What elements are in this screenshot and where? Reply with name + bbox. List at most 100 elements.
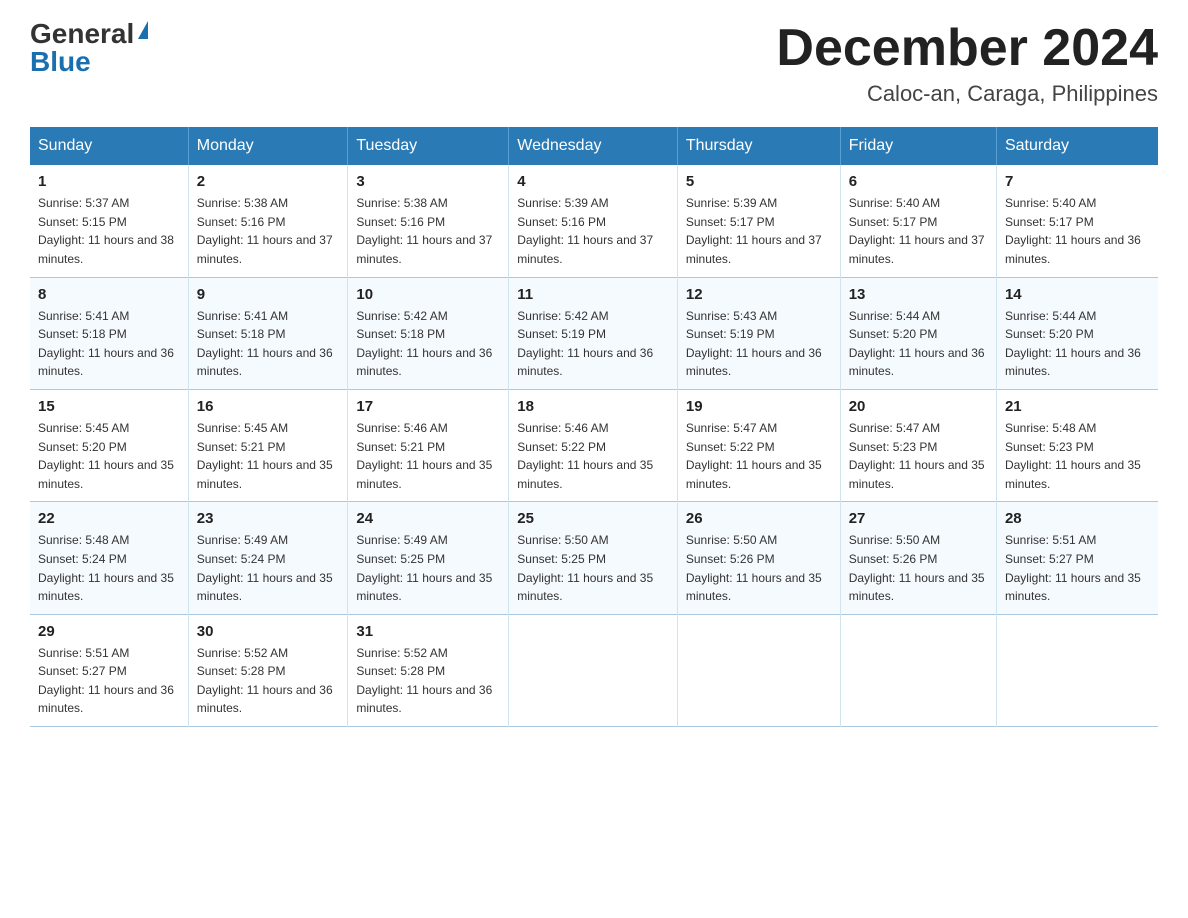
calendar-day-cell: 10 Sunrise: 5:42 AMSunset: 5:18 PMDaylig… xyxy=(348,277,509,389)
calendar-day-cell: 15 Sunrise: 5:45 AMSunset: 5:20 PMDaylig… xyxy=(30,389,188,501)
day-number: 14 xyxy=(1005,286,1150,303)
calendar-day-cell xyxy=(509,614,678,726)
calendar-day-cell: 12 Sunrise: 5:43 AMSunset: 5:19 PMDaylig… xyxy=(677,277,840,389)
day-number: 12 xyxy=(686,286,832,303)
calendar-day-cell: 30 Sunrise: 5:52 AMSunset: 5:28 PMDaylig… xyxy=(188,614,348,726)
day-number: 10 xyxy=(356,286,500,303)
day-number: 9 xyxy=(197,286,340,303)
day-info: Sunrise: 5:47 AMSunset: 5:22 PMDaylight:… xyxy=(686,421,822,491)
day-info: Sunrise: 5:48 AMSunset: 5:23 PMDaylight:… xyxy=(1005,421,1141,491)
logo-general: General xyxy=(30,20,134,48)
calendar-day-cell: 28 Sunrise: 5:51 AMSunset: 5:27 PMDaylig… xyxy=(996,502,1158,614)
calendar-day-cell: 19 Sunrise: 5:47 AMSunset: 5:22 PMDaylig… xyxy=(677,389,840,501)
calendar-day-cell: 6 Sunrise: 5:40 AMSunset: 5:17 PMDayligh… xyxy=(840,165,996,277)
calendar-day-header: Sunday xyxy=(30,127,188,165)
day-number: 22 xyxy=(38,510,180,527)
day-number: 28 xyxy=(1005,510,1150,527)
day-number: 5 xyxy=(686,173,832,190)
page-header: General Blue December 2024 Caloc-an, Car… xyxy=(30,20,1158,107)
calendar-day-cell: 16 Sunrise: 5:45 AMSunset: 5:21 PMDaylig… xyxy=(188,389,348,501)
calendar-week-row: 15 Sunrise: 5:45 AMSunset: 5:20 PMDaylig… xyxy=(30,389,1158,501)
day-number: 15 xyxy=(38,398,180,415)
day-info: Sunrise: 5:49 AMSunset: 5:25 PMDaylight:… xyxy=(356,533,492,603)
logo-blue: Blue xyxy=(30,48,91,76)
day-info: Sunrise: 5:50 AMSunset: 5:25 PMDaylight:… xyxy=(517,533,653,603)
calendar-day-cell: 26 Sunrise: 5:50 AMSunset: 5:26 PMDaylig… xyxy=(677,502,840,614)
calendar-header-row: SundayMondayTuesdayWednesdayThursdayFrid… xyxy=(30,127,1158,165)
calendar-day-cell: 7 Sunrise: 5:40 AMSunset: 5:17 PMDayligh… xyxy=(996,165,1158,277)
day-number: 6 xyxy=(849,173,988,190)
calendar-day-cell: 31 Sunrise: 5:52 AMSunset: 5:28 PMDaylig… xyxy=(348,614,509,726)
day-number: 21 xyxy=(1005,398,1150,415)
day-number: 11 xyxy=(517,286,669,303)
calendar-day-header: Tuesday xyxy=(348,127,509,165)
day-number: 20 xyxy=(849,398,988,415)
day-number: 7 xyxy=(1005,173,1150,190)
day-number: 2 xyxy=(197,173,340,190)
day-info: Sunrise: 5:42 AMSunset: 5:18 PMDaylight:… xyxy=(356,309,492,379)
day-number: 25 xyxy=(517,510,669,527)
day-info: Sunrise: 5:43 AMSunset: 5:19 PMDaylight:… xyxy=(686,309,822,379)
calendar-day-cell: 18 Sunrise: 5:46 AMSunset: 5:22 PMDaylig… xyxy=(509,389,678,501)
day-number: 24 xyxy=(356,510,500,527)
calendar-table: SundayMondayTuesdayWednesdayThursdayFrid… xyxy=(30,127,1158,727)
day-number: 29 xyxy=(38,623,180,640)
calendar-day-header: Wednesday xyxy=(509,127,678,165)
calendar-day-cell: 14 Sunrise: 5:44 AMSunset: 5:20 PMDaylig… xyxy=(996,277,1158,389)
calendar-day-header: Friday xyxy=(840,127,996,165)
calendar-day-cell xyxy=(840,614,996,726)
day-number: 23 xyxy=(197,510,340,527)
calendar-week-row: 8 Sunrise: 5:41 AMSunset: 5:18 PMDayligh… xyxy=(30,277,1158,389)
day-info: Sunrise: 5:46 AMSunset: 5:22 PMDaylight:… xyxy=(517,421,653,491)
day-number: 31 xyxy=(356,623,500,640)
day-info: Sunrise: 5:50 AMSunset: 5:26 PMDaylight:… xyxy=(686,533,822,603)
calendar-day-cell: 8 Sunrise: 5:41 AMSunset: 5:18 PMDayligh… xyxy=(30,277,188,389)
calendar-week-row: 29 Sunrise: 5:51 AMSunset: 5:27 PMDaylig… xyxy=(30,614,1158,726)
calendar-day-cell: 17 Sunrise: 5:46 AMSunset: 5:21 PMDaylig… xyxy=(348,389,509,501)
day-number: 26 xyxy=(686,510,832,527)
calendar-day-cell xyxy=(677,614,840,726)
day-info: Sunrise: 5:45 AMSunset: 5:20 PMDaylight:… xyxy=(38,421,174,491)
day-number: 1 xyxy=(38,173,180,190)
day-info: Sunrise: 5:42 AMSunset: 5:19 PMDaylight:… xyxy=(517,309,653,379)
day-info: Sunrise: 5:44 AMSunset: 5:20 PMDaylight:… xyxy=(1005,309,1141,379)
calendar-day-header: Thursday xyxy=(677,127,840,165)
calendar-day-header: Saturday xyxy=(996,127,1158,165)
calendar-day-cell: 23 Sunrise: 5:49 AMSunset: 5:24 PMDaylig… xyxy=(188,502,348,614)
day-info: Sunrise: 5:46 AMSunset: 5:21 PMDaylight:… xyxy=(356,421,492,491)
day-number: 8 xyxy=(38,286,180,303)
calendar-day-cell: 2 Sunrise: 5:38 AMSunset: 5:16 PMDayligh… xyxy=(188,165,348,277)
calendar-day-cell: 24 Sunrise: 5:49 AMSunset: 5:25 PMDaylig… xyxy=(348,502,509,614)
day-info: Sunrise: 5:41 AMSunset: 5:18 PMDaylight:… xyxy=(197,309,333,379)
day-info: Sunrise: 5:52 AMSunset: 5:28 PMDaylight:… xyxy=(197,646,333,716)
day-info: Sunrise: 5:51 AMSunset: 5:27 PMDaylight:… xyxy=(1005,533,1141,603)
calendar-day-cell: 20 Sunrise: 5:47 AMSunset: 5:23 PMDaylig… xyxy=(840,389,996,501)
day-info: Sunrise: 5:38 AMSunset: 5:16 PMDaylight:… xyxy=(356,196,492,266)
day-info: Sunrise: 5:37 AMSunset: 5:15 PMDaylight:… xyxy=(38,196,174,266)
calendar-title-block: December 2024 Caloc-an, Caraga, Philippi… xyxy=(776,20,1158,107)
day-number: 18 xyxy=(517,398,669,415)
calendar-day-cell: 21 Sunrise: 5:48 AMSunset: 5:23 PMDaylig… xyxy=(996,389,1158,501)
day-info: Sunrise: 5:50 AMSunset: 5:26 PMDaylight:… xyxy=(849,533,985,603)
calendar-day-cell: 1 Sunrise: 5:37 AMSunset: 5:15 PMDayligh… xyxy=(30,165,188,277)
calendar-subtitle: Caloc-an, Caraga, Philippines xyxy=(776,81,1158,107)
calendar-week-row: 22 Sunrise: 5:48 AMSunset: 5:24 PMDaylig… xyxy=(30,502,1158,614)
calendar-day-header: Monday xyxy=(188,127,348,165)
day-number: 13 xyxy=(849,286,988,303)
day-number: 19 xyxy=(686,398,832,415)
calendar-day-cell: 13 Sunrise: 5:44 AMSunset: 5:20 PMDaylig… xyxy=(840,277,996,389)
day-info: Sunrise: 5:39 AMSunset: 5:17 PMDaylight:… xyxy=(686,196,822,266)
day-number: 30 xyxy=(197,623,340,640)
day-info: Sunrise: 5:39 AMSunset: 5:16 PMDaylight:… xyxy=(517,196,653,266)
calendar-day-cell: 22 Sunrise: 5:48 AMSunset: 5:24 PMDaylig… xyxy=(30,502,188,614)
calendar-day-cell: 9 Sunrise: 5:41 AMSunset: 5:18 PMDayligh… xyxy=(188,277,348,389)
calendar-day-cell xyxy=(996,614,1158,726)
calendar-day-cell: 5 Sunrise: 5:39 AMSunset: 5:17 PMDayligh… xyxy=(677,165,840,277)
day-info: Sunrise: 5:49 AMSunset: 5:24 PMDaylight:… xyxy=(197,533,333,603)
day-number: 4 xyxy=(517,173,669,190)
day-info: Sunrise: 5:40 AMSunset: 5:17 PMDaylight:… xyxy=(1005,196,1141,266)
day-number: 16 xyxy=(197,398,340,415)
day-number: 3 xyxy=(356,173,500,190)
day-info: Sunrise: 5:47 AMSunset: 5:23 PMDaylight:… xyxy=(849,421,985,491)
logo: General Blue xyxy=(30,20,148,76)
